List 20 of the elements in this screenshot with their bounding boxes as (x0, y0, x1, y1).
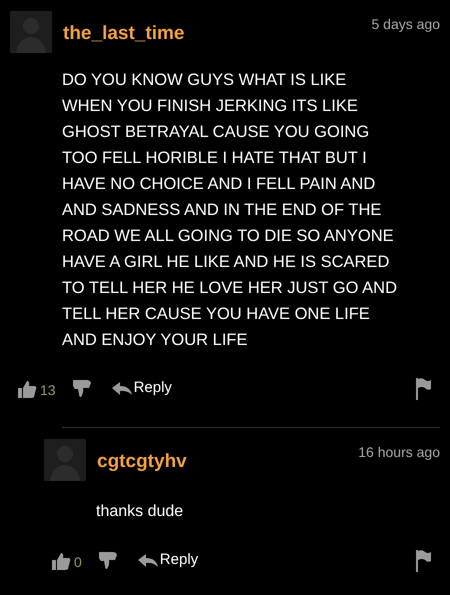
flag-icon[interactable] (416, 550, 432, 572)
thumbs-down-icon[interactable] (72, 378, 92, 398)
timestamp: 16 hours ago (358, 443, 440, 462)
username[interactable]: cgtcgtyhv (97, 448, 187, 476)
thumbs-up-icon[interactable] (51, 550, 71, 570)
reply-button[interactable]: Reply (112, 377, 172, 400)
reply-button[interactable]: Reply (138, 549, 198, 572)
thumbs-up-icon[interactable] (17, 378, 37, 398)
like-count: 0 (74, 553, 82, 572)
timestamp: 5 days ago (372, 15, 440, 34)
comment-text: DO YOU KNOW GUYS WHAT IS LIKE WHEN YOU FINISH JERKING ITS LIKE GHOST BETRAYAL CAUSE YOU GOING TOO FELL HORIBLE I HATE THAT BUT I HAVE NO CHOICE AND I FELL PAIN AND AND SADNESS AND IN THE END OF THE ROAD WE ALL GOING TO DIE SO ANYONE HAVE A GIRL HE LIKE AND HE IS SCARED TO TELL HER HE LOVE HER JUST GO AND TELL HER CAUSE YOU HAVE ONE LIFE AND ENJOY YOUR LIFE (61, 70, 398, 351)
reply-arrow-icon (112, 382, 132, 396)
username[interactable]: the_last_time (63, 20, 184, 48)
avatar-icon (44, 439, 86, 481)
avatar-icon (10, 11, 52, 53)
reply-arrow-icon (138, 554, 158, 568)
like-count: 13 (40, 381, 56, 400)
flag-icon[interactable] (416, 378, 432, 400)
comment-text: thanks dude (95, 502, 184, 522)
thumbs-down-icon[interactable] (98, 550, 118, 570)
